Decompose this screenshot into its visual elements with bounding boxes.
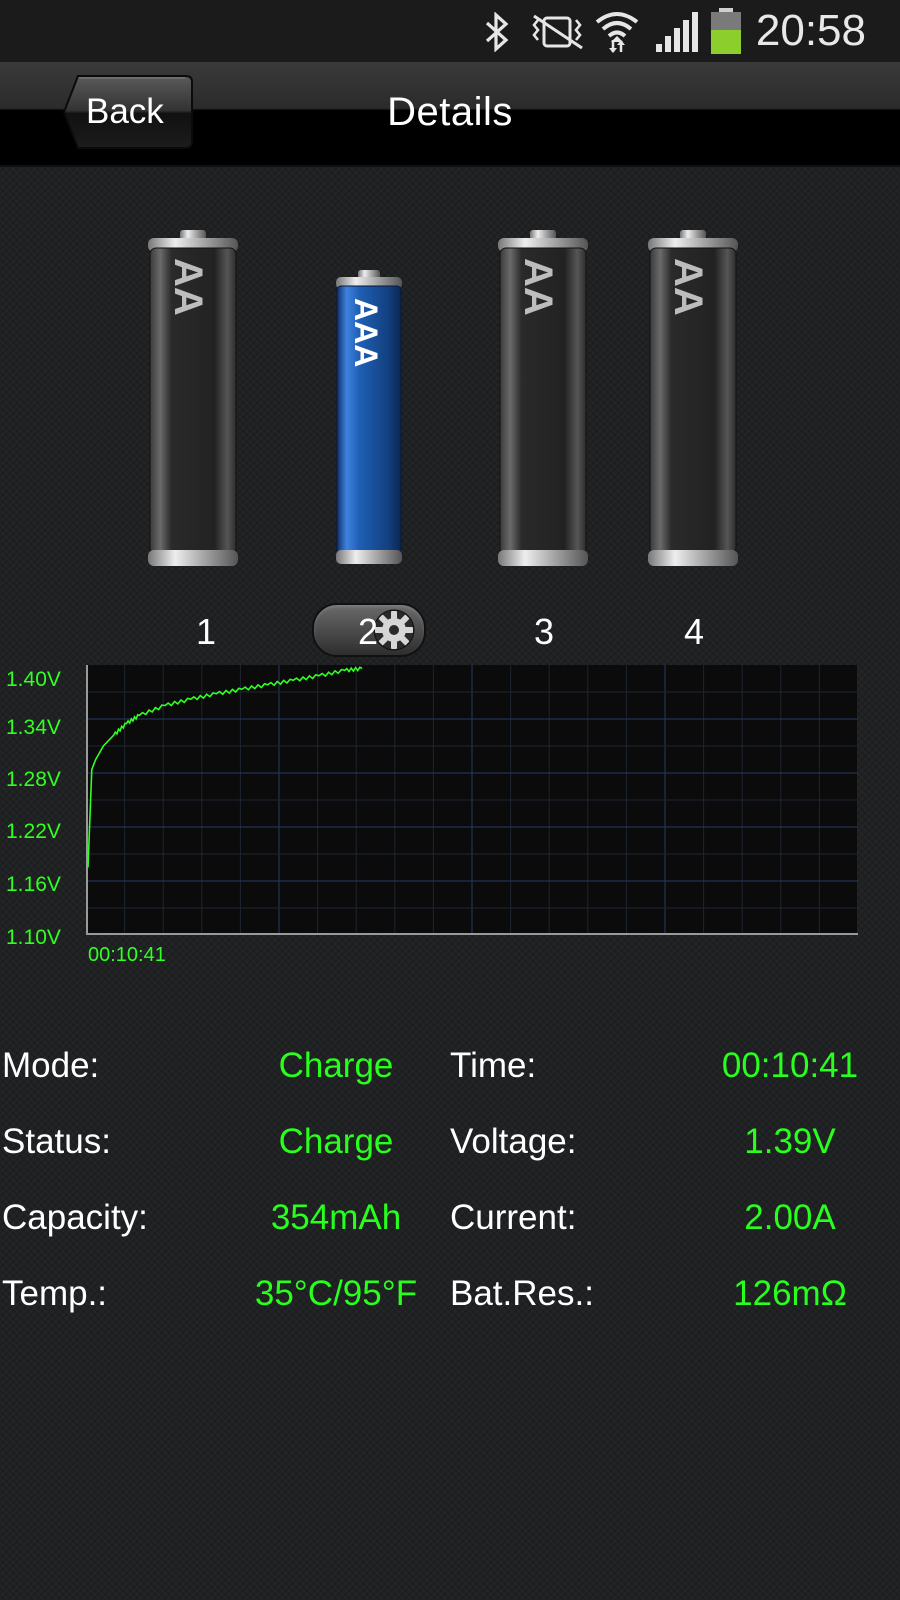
status-label: Status: — [2, 1122, 111, 1161]
current-value: 2.00A — [744, 1198, 836, 1237]
status-clock: 20:58 — [755, 6, 866, 55]
status-value: Charge — [278, 1122, 394, 1161]
voltage-value: 1.39V — [744, 1122, 836, 1161]
current-label: Current: — [450, 1198, 577, 1237]
capacity-label: Capacity: — [2, 1198, 148, 1237]
battery-slot-3[interactable]: AA — [496, 230, 590, 570]
capacity-value: 354mAh — [270, 1198, 402, 1237]
mode-value: Charge — [278, 1046, 394, 1085]
vibrate-icon — [532, 14, 583, 50]
temp-value: 35°C/95°F — [254, 1274, 418, 1313]
page-title: Details — [387, 90, 513, 134]
status-bar: 20:58 — [0, 0, 900, 62]
battery-2-type: AAA — [348, 298, 384, 368]
temp-label: Temp.: — [2, 1274, 108, 1313]
battery-4-label: 4 — [683, 611, 705, 652]
time-value: 00:10:41 — [721, 1046, 859, 1085]
y-tick-label: 1.22V — [6, 820, 61, 843]
signal-icon — [656, 12, 698, 52]
y-tick-label: 1.40V — [6, 668, 61, 691]
x-tick-label: 00:10:41 — [88, 944, 166, 966]
battery-1-type: AA — [166, 258, 210, 316]
batres-label: Bat.Res.: — [450, 1274, 594, 1313]
battery-1-label: 1 — [195, 611, 217, 652]
time-label: Time: — [450, 1046, 537, 1085]
batres-value: 126mΩ — [733, 1274, 847, 1313]
mode-label: Mode: — [2, 1046, 100, 1085]
y-tick-label: 1.16V — [6, 873, 61, 896]
wifi-icon — [595, 12, 639, 53]
header-bar: Back Details — [0, 62, 900, 167]
y-tick-label: 1.28V — [6, 768, 61, 791]
battery-2-label: 2 — [357, 611, 379, 652]
bluetooth-icon — [485, 12, 509, 52]
voltage-chart-plot — [86, 665, 859, 935]
voltage-series-line — [87, 666, 363, 868]
voltage-chart — [86, 665, 859, 935]
battery-3-label: 3 — [533, 611, 555, 652]
voltage-label: Voltage: — [450, 1122, 577, 1161]
battery-slot-2[interactable]: AAA — [334, 270, 404, 570]
y-tick-label: 1.10V — [6, 926, 61, 949]
battery-icon — [711, 8, 741, 54]
battery-slot-4[interactable]: AA — [646, 230, 740, 570]
battery-3-type: AA — [516, 258, 560, 316]
battery-4-type: AA — [666, 258, 710, 316]
y-tick-label: 1.34V — [6, 716, 61, 739]
battery-slot-1[interactable]: AA — [146, 230, 240, 570]
